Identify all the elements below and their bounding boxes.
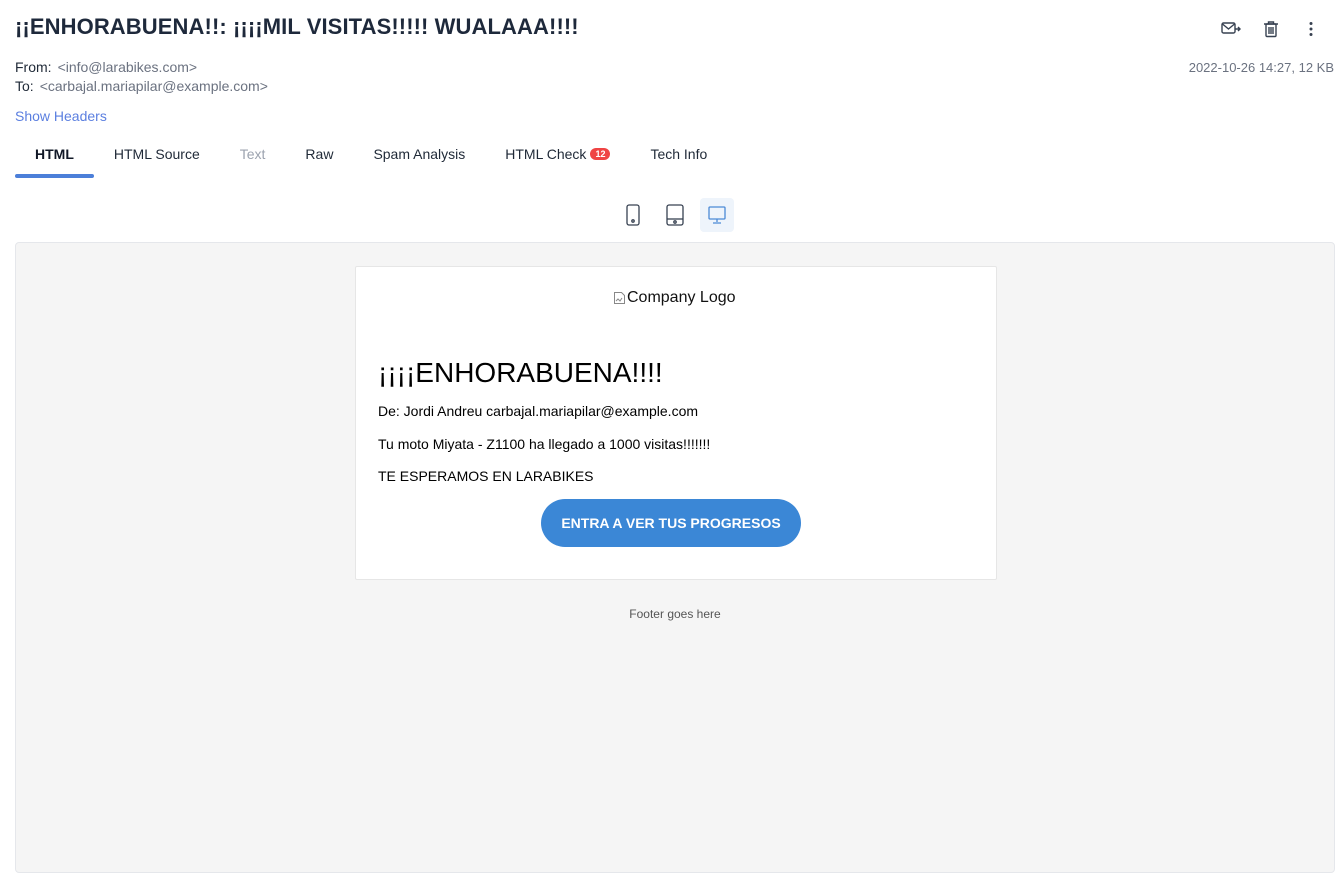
html-check-count-badge: 12 (590, 148, 611, 160)
to-label: To: (15, 78, 34, 94)
email-footer: Footer goes here (629, 607, 721, 621)
email-card: Company Logo ¡¡¡¡ENHORABUENA!!!! De: Jor… (355, 266, 997, 580)
from-row: From: <info@larabikes.com> (15, 59, 197, 75)
tab-label: HTML Check (505, 146, 587, 162)
from-address: <info@larabikes.com> (57, 59, 198, 75)
message-actions (1217, 18, 1325, 40)
tab-label: Text (239, 146, 266, 162)
to-address: <carbajal.mariapilar@example.com> (39, 78, 268, 94)
tablet-icon (666, 204, 684, 226)
broken-image-icon (614, 292, 625, 304)
tablet-view-button[interactable] (658, 198, 692, 232)
tab-label: Raw (305, 146, 334, 162)
tab-label: Tech Info (650, 146, 708, 162)
tab-label: HTML (35, 146, 74, 162)
forward-button[interactable] (1217, 18, 1245, 40)
from-label: From: (15, 59, 52, 75)
tab-html[interactable]: HTML (15, 146, 94, 178)
more-options-button[interactable] (1297, 18, 1325, 40)
vertical-dots-icon (1309, 22, 1313, 36)
tab-html-source[interactable]: HTML Source (94, 146, 220, 178)
tab-raw[interactable]: Raw (285, 146, 353, 178)
tab-spam-analysis[interactable]: Spam Analysis (353, 146, 485, 178)
device-switcher (616, 198, 734, 232)
tab-text[interactable]: Text (220, 146, 286, 178)
email-subject: ¡¡ENHORABUENA!!: ¡¡¡¡MIL VISITAS!!!!! WU… (15, 14, 579, 39)
tab-tech-info[interactable]: Tech Info (630, 146, 727, 178)
desktop-view-button[interactable] (700, 198, 734, 232)
message-date-size: 2022-10-26 14:27, 12 KB (1188, 60, 1334, 75)
email-invite-line: TE ESPERAMOS EN LARABIKES (378, 468, 594, 484)
email-heading: ¡¡¡¡ENHORABUENA!!!! (378, 357, 663, 388)
html-preview-frame: Company Logo ¡¡¡¡ENHORABUENA!!!! De: Jor… (15, 242, 1335, 873)
cta-button[interactable]: ENTRA A VER TUS PROGRESOS (541, 499, 801, 547)
email-body-line: Tu moto Miyata - Z1100 ha llegado a 1000… (378, 436, 711, 452)
email-from-line: De: Jordi Andreu carbajal.mariapilar@exa… (378, 403, 699, 419)
show-headers-link[interactable]: Show Headers (15, 108, 107, 124)
tab-label: HTML Source (113, 146, 200, 162)
envelope-forward-icon (1221, 22, 1241, 34)
mobile-icon (626, 204, 640, 226)
desktop-icon (708, 206, 726, 224)
delete-button[interactable] (1257, 18, 1285, 40)
mobile-view-button[interactable] (616, 198, 650, 232)
logo-alt-text: Company Logo (627, 289, 736, 306)
company-logo: Company Logo (613, 289, 736, 307)
to-row: To: <carbajal.mariapilar@example.com> (15, 78, 268, 94)
tab-html-check[interactable]: HTML Check 12 (485, 146, 630, 178)
tab-label: Spam Analysis (373, 146, 466, 162)
trash-icon (1264, 21, 1278, 38)
view-tabs: HTML HTML Source Text Raw Spam Analysis … (15, 146, 727, 178)
